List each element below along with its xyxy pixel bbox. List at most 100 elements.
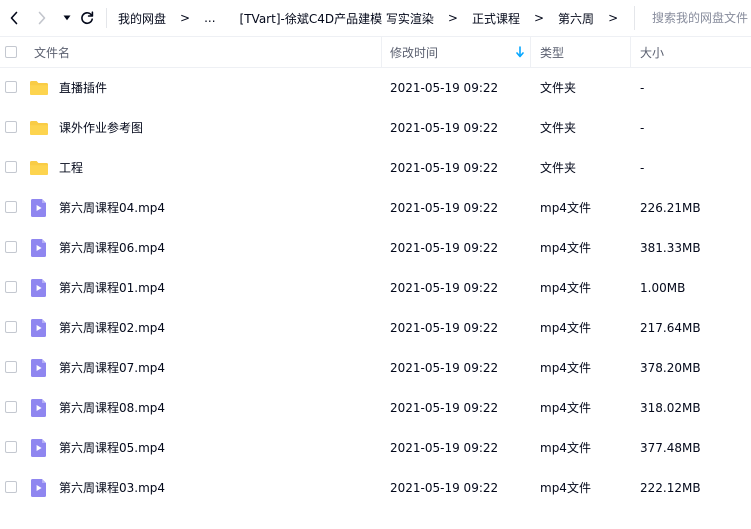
file-name[interactable]: 工程 [59,148,83,188]
breadcrumb-separator: > [447,11,458,25]
select-all-checkbox[interactable] [5,46,17,58]
file-name[interactable]: 第六周课程01.mp4 [59,268,165,308]
file-type: mp4文件 [540,361,591,375]
row-checkbox[interactable] [5,441,17,453]
folder-icon [29,118,49,138]
file-type: mp4文件 [540,401,591,415]
video-file-icon [29,318,49,338]
file-size: 377.48MB [640,441,701,455]
file-modified-time: 2021-05-19 09:22 [390,441,499,455]
breadcrumb: 我的网盘 > ... [TVart]-徐斌C4D产品建模 写实渲染 > 正式课程… [118,0,618,36]
file-row[interactable]: 直播插件 2021-05-19 09:22 文件夹 - [0,68,751,108]
folder-icon [29,158,49,178]
file-type: 文件夹 [540,161,577,175]
column-divider [530,37,531,67]
file-name[interactable]: 第六周课程05.mp4 [59,428,165,468]
sort-descending-icon[interactable] [516,46,524,58]
file-size: - [640,161,645,175]
row-checkbox[interactable] [5,281,17,293]
column-header-name[interactable]: 文件名 [34,37,70,67]
video-file-icon [29,198,49,218]
file-row[interactable]: 第六周课程02.mp4 2021-05-19 09:22 mp4文件 217.6… [0,308,751,348]
file-type: mp4文件 [540,441,591,455]
row-checkbox[interactable] [5,201,17,213]
file-row[interactable]: 第六周课程03.mp4 2021-05-19 09:22 mp4文件 222.1… [0,468,751,508]
file-type: mp4文件 [540,321,591,335]
row-checkbox[interactable] [5,161,17,173]
file-row[interactable]: 第六周课程01.mp4 2021-05-19 09:22 mp4文件 1.00M… [0,268,751,308]
search-input[interactable] [652,11,751,25]
file-row[interactable]: 第六周课程04.mp4 2021-05-19 09:22 mp4文件 226.2… [0,188,751,228]
nav-divider [106,8,107,28]
file-size: 318.02MB [640,401,701,415]
file-modified-time: 2021-05-19 09:22 [390,481,499,495]
chevron-right-icon [38,11,46,25]
file-row[interactable]: 工程 2021-05-19 09:22 文件夹 - [0,148,751,188]
file-row[interactable]: 第六周课程08.mp4 2021-05-19 09:22 mp4文件 318.0… [0,388,751,428]
breadcrumb-separator: > [608,11,619,25]
column-header-size[interactable]: 大小 [640,37,664,67]
file-type: 文件夹 [540,121,577,135]
column-header-type[interactable]: 类型 [540,37,564,67]
file-type: 文件夹 [540,81,577,95]
refresh-button[interactable] [78,8,96,28]
file-type: mp4文件 [540,201,591,215]
column-header-modified[interactable]: 修改时间 [390,37,438,67]
file-modified-time: 2021-05-19 09:22 [390,361,499,375]
file-modified-time: 2021-05-19 09:22 [390,161,499,175]
file-row[interactable]: 第六周课程05.mp4 2021-05-19 09:22 mp4文件 377.4… [0,428,751,468]
file-row[interactable]: 第六周课程06.mp4 2021-05-19 09:22 mp4文件 381.3… [0,228,751,268]
navigation-bar: 我的网盘 > ... [TVart]-徐斌C4D产品建模 写实渲染 > 正式课程… [0,0,751,36]
file-row[interactable]: 第六周课程07.mp4 2021-05-19 09:22 mp4文件 378.2… [0,348,751,388]
forward-button[interactable] [33,8,51,28]
breadcrumb-separator: > [533,11,545,25]
file-name[interactable]: 第六周课程06.mp4 [59,228,165,268]
file-modified-time: 2021-05-19 09:22 [390,201,499,215]
search-box [634,6,751,30]
row-checkbox[interactable] [5,401,17,413]
file-name[interactable]: 第六周课程02.mp4 [59,308,165,348]
file-name[interactable]: 课外作业参考图 [59,108,143,148]
file-size: - [640,81,645,95]
row-checkbox[interactable] [5,321,17,333]
row-checkbox[interactable] [5,81,17,93]
file-name[interactable]: 第六周课程07.mp4 [59,348,165,388]
file-type: mp4文件 [540,281,591,295]
file-name[interactable]: 第六周课程03.mp4 [59,468,165,508]
breadcrumb-course-folder[interactable]: [TVart]-徐斌C4D产品建模 写实渲染 [240,10,434,27]
file-name[interactable]: 第六周课程08.mp4 [59,388,165,428]
file-name[interactable]: 直播插件 [59,68,107,108]
file-list-header: 文件名 修改时间 类型 大小 [0,36,751,68]
video-file-icon [29,278,49,298]
video-file-icon [29,358,49,378]
row-checkbox[interactable] [5,121,17,133]
file-type: mp4文件 [540,241,591,255]
file-modified-time: 2021-05-19 09:22 [390,321,499,335]
row-checkbox[interactable] [5,361,17,373]
file-modified-time: 2021-05-19 09:22 [390,281,499,295]
video-file-icon [29,438,49,458]
column-divider [630,37,631,67]
row-checkbox[interactable] [5,241,17,253]
video-file-icon [29,238,49,258]
file-row[interactable]: 课外作业参考图 2021-05-19 09:22 文件夹 - [0,108,751,148]
history-dropdown-button[interactable] [58,8,76,28]
breadcrumb-week-six[interactable]: 第六周 [558,10,594,27]
breadcrumb-ellipsis[interactable]: ... [204,11,215,25]
column-divider [381,37,382,67]
back-button[interactable] [5,8,23,28]
breadcrumb-formal-course[interactable]: 正式课程 [472,10,520,27]
file-size: - [640,121,645,135]
file-name[interactable]: 第六周课程04.mp4 [59,188,165,228]
file-size: 217.64MB [640,321,701,335]
video-file-icon [29,398,49,418]
file-size: 381.33MB [640,241,701,255]
file-size: 222.12MB [640,481,701,495]
breadcrumb-my-netdisk[interactable]: 我的网盘 [118,10,166,27]
file-size: 378.20MB [640,361,701,375]
file-modified-time: 2021-05-19 09:22 [390,121,499,135]
row-checkbox[interactable] [5,481,17,493]
folder-icon [29,78,49,98]
file-size: 226.21MB [640,201,701,215]
file-modified-time: 2021-05-19 09:22 [390,401,499,415]
